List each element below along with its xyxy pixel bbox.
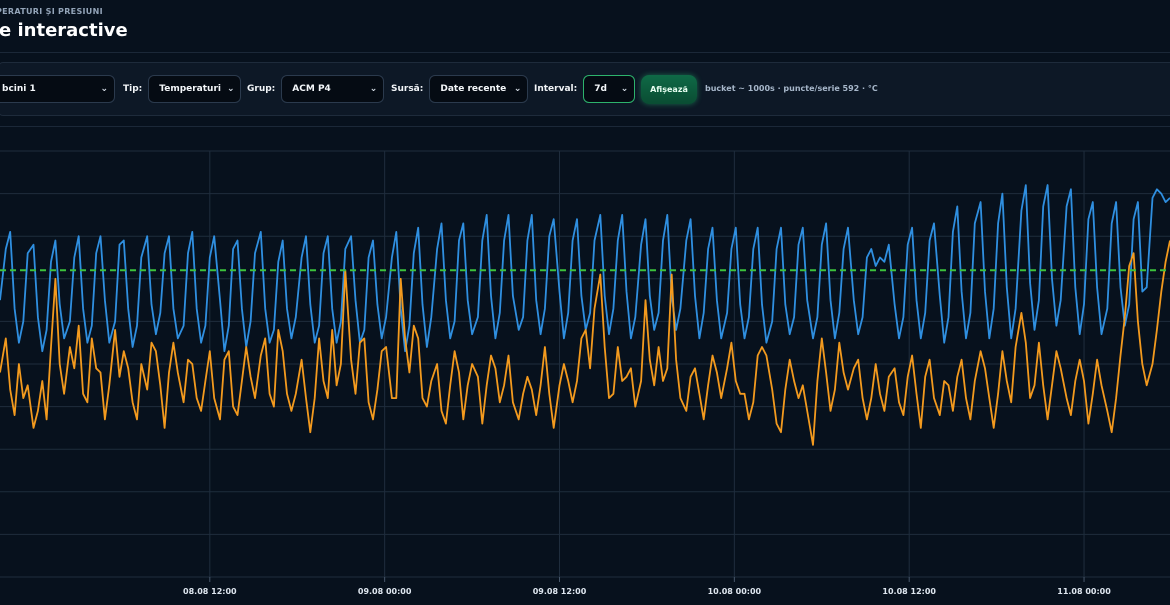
filter-toolbar: bcini 1 ⌄ Tip: Temperaturi ⌄ Grup: ACM P…: [0, 62, 1170, 116]
interval-select-value: 7d: [594, 84, 607, 94]
equipment-select[interactable]: bcini 1 ⌄: [0, 75, 115, 103]
equipment-select-value: bcini 1: [2, 84, 36, 94]
source-control: Sursă: Date recente ⌄: [391, 74, 529, 104]
interval-label: Interval:: [534, 84, 578, 94]
group-control: Grup: ACM P4 ⌄: [247, 74, 385, 104]
chevron-down-icon: ⌄: [620, 84, 629, 94]
x-tick-label: 10.08 00:00: [708, 587, 762, 596]
x-tick-label: 09.08 00:00: [358, 587, 412, 596]
show-button[interactable]: Afișează: [641, 75, 697, 104]
series-layer: [0, 184, 1170, 446]
source-select-value: Date recente: [440, 84, 507, 94]
type-control: Tip: Temperaturi ⌄: [123, 74, 242, 104]
page-header: PERATURI ȘI PRESIUNI e interactive: [0, 0, 1170, 53]
chart-area: 08.08 12:00 09.08 00:00 09.08 12:00 10.08 0…: [0, 126, 1170, 601]
chevron-down-icon: ⌄: [100, 84, 108, 94]
chevron-down-icon: ⌄: [226, 84, 235, 94]
equipment-control: bcini 1 ⌄: [0, 74, 115, 104]
source-select[interactable]: Date recente ⌄: [429, 75, 529, 103]
x-tick-label: 10.08 12:00: [882, 587, 936, 596]
interval-select[interactable]: 7d ⌄: [583, 75, 636, 103]
x-tick-label: 09.08 12:00: [533, 587, 587, 596]
page-eyebrow: PERATURI ȘI PRESIUNI: [0, 7, 103, 16]
x-tick-label: 11.08 00:00: [1057, 587, 1111, 596]
horizontal-gridlines: [0, 150, 1170, 578]
chevron-down-icon: ⌄: [369, 84, 378, 94]
type-label: Tip:: [123, 84, 143, 94]
x-tick-label: 08.08 12:00: [183, 587, 237, 596]
line-chart: 08.08 12:00 09.08 00:00 09.08 12:00 10.08 0…: [0, 150, 1170, 596]
group-select-value: ACM P4: [292, 84, 331, 94]
bucket-info: bucket ~ 1000s · puncte/serie 592 · °C: [705, 84, 878, 93]
series-line-1: [0, 184, 1170, 353]
group-select[interactable]: ACM P4 ⌄: [281, 75, 385, 103]
source-label: Sursă:: [391, 84, 424, 94]
chevron-down-icon: ⌄: [513, 84, 522, 94]
type-select[interactable]: Temperaturi ⌄: [148, 75, 242, 103]
x-axis-ticks: 08.08 12:00 09.08 00:00 09.08 12:00 10.08 0…: [183, 577, 1111, 596]
interval-control: Interval: 7d ⌄: [534, 74, 636, 104]
page-title: e interactive: [0, 20, 128, 41]
group-label: Grup:: [247, 84, 276, 94]
type-select-value: Temperaturi: [159, 84, 221, 94]
